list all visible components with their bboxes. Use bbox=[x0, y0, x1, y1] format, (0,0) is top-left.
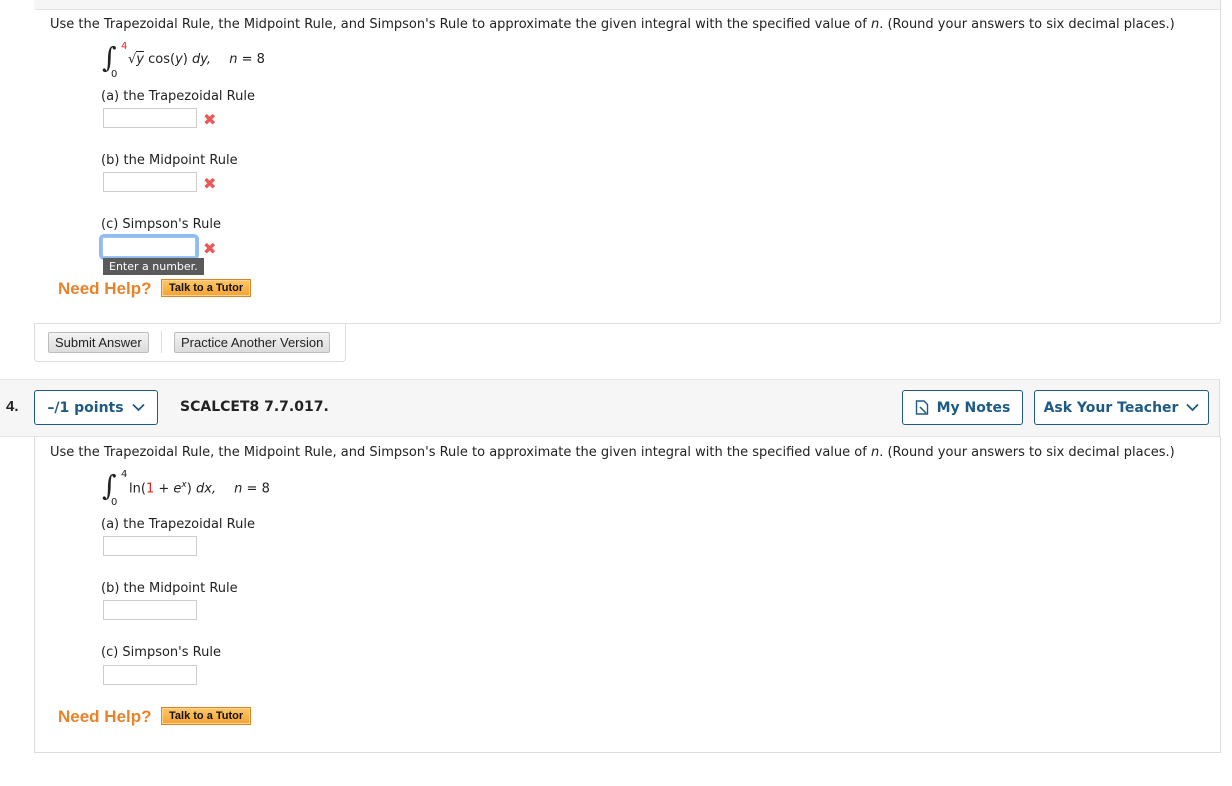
integrand-close: ) bbox=[186, 481, 196, 497]
notes-icon bbox=[915, 400, 928, 415]
part-b-label: (b) the Midpoint Rule bbox=[101, 153, 238, 168]
prompt-text: Use the Trapezoidal Rule, the Midpoint R… bbox=[50, 445, 871, 460]
chevron-down-icon bbox=[131, 403, 145, 412]
validation-tooltip: Enter a number. bbox=[103, 258, 204, 275]
n-value: = 8 bbox=[237, 52, 265, 67]
integrand-plus: + bbox=[154, 481, 174, 497]
simpson-answer-input[interactable] bbox=[99, 234, 199, 260]
upper-limit: 4 bbox=[121, 41, 128, 52]
part-c-label: (c) Simpson's Rule bbox=[101, 217, 221, 232]
lower-limit: 0 bbox=[111, 69, 118, 80]
integrand-constant: 1 bbox=[145, 481, 155, 497]
integral-sign: ∫ bbox=[102, 41, 117, 74]
integral-sign: ∫ bbox=[102, 469, 117, 502]
need-help-label: Need Help? bbox=[58, 279, 152, 298]
differential: dx, bbox=[195, 481, 217, 497]
question-4-prompt: Use the Trapezoidal Rule, the Midpoint R… bbox=[50, 445, 1175, 460]
simpson-answer-input[interactable] bbox=[103, 665, 197, 685]
part-c-label: (c) Simpson's Rule bbox=[101, 645, 221, 660]
chevron-down-icon bbox=[1186, 403, 1200, 412]
part-a-label: (a) the Trapezoidal Rule bbox=[101, 89, 255, 104]
integrand-fn: ln( bbox=[129, 481, 146, 497]
practice-another-version-button[interactable]: Practice Another Version bbox=[174, 332, 331, 353]
sqrt-arg: y bbox=[136, 51, 144, 67]
integrand-fn: cos( bbox=[144, 52, 176, 67]
differential: dy, bbox=[192, 52, 212, 67]
upper-limit: 4 bbox=[121, 469, 128, 480]
trapezoidal-answer-input[interactable] bbox=[103, 108, 197, 128]
need-help-label: Need Help? bbox=[58, 707, 152, 726]
my-notes-button[interactable]: My Notes bbox=[902, 390, 1023, 425]
button-divider bbox=[161, 331, 162, 353]
part-a-label: (a) the Trapezoidal Rule bbox=[101, 517, 255, 532]
prompt-variable: n bbox=[870, 445, 880, 460]
prompt-variable: n bbox=[870, 17, 880, 32]
midpoint-answer-input[interactable] bbox=[103, 172, 197, 192]
question-3-integral: ∫ 4 0 √y cos(y) dy, n = 8 bbox=[100, 40, 300, 80]
integrand-close: ) bbox=[182, 52, 192, 67]
n-value: = 8 bbox=[242, 481, 270, 497]
question-number: 4. bbox=[6, 398, 19, 415]
prompt-text-end: . (Round your answers to six decimal pla… bbox=[879, 445, 1175, 460]
trapezoidal-answer-input[interactable] bbox=[103, 536, 197, 556]
submit-answer-button[interactable]: Submit Answer bbox=[48, 332, 149, 353]
points-dropdown-button[interactable]: –/1 points bbox=[34, 390, 158, 425]
prompt-text-end: . (Round your answers to six decimal pla… bbox=[879, 17, 1175, 32]
question-id: SCALCET8 7.7.017. bbox=[180, 399, 329, 415]
lower-limit: 0 bbox=[111, 497, 118, 508]
integrand-var: y bbox=[175, 52, 183, 67]
incorrect-x-icon: ✖ bbox=[203, 239, 217, 258]
question-4-integral: ∫ 4 0 ln(1 + ex) dx, n = 8 bbox=[100, 468, 300, 508]
part-b-label: (b) the Midpoint Rule bbox=[101, 581, 238, 596]
ask-your-teacher-button[interactable]: Ask Your Teacher bbox=[1034, 390, 1209, 425]
question-3-prompt: Use the Trapezoidal Rule, the Midpoint R… bbox=[50, 17, 1175, 32]
incorrect-x-icon: ✖ bbox=[203, 110, 217, 129]
integrand: √y cos(y) dy, n = 8 bbox=[128, 51, 265, 67]
talk-to-tutor-button[interactable]: Talk to a Tutor bbox=[161, 279, 252, 297]
points-label: –/1 points bbox=[47, 399, 124, 416]
ask-teacher-label: Ask Your Teacher bbox=[1043, 399, 1179, 416]
prompt-text: Use the Trapezoidal Rule, the Midpoint R… bbox=[50, 17, 871, 32]
midpoint-answer-input[interactable] bbox=[103, 600, 197, 620]
integrand: ln(1 + ex) dx, n = 8 bbox=[129, 480, 270, 496]
my-notes-label: My Notes bbox=[936, 399, 1011, 416]
talk-to-tutor-button[interactable]: Talk to a Tutor bbox=[161, 707, 252, 725]
incorrect-x-icon: ✖ bbox=[203, 174, 217, 193]
